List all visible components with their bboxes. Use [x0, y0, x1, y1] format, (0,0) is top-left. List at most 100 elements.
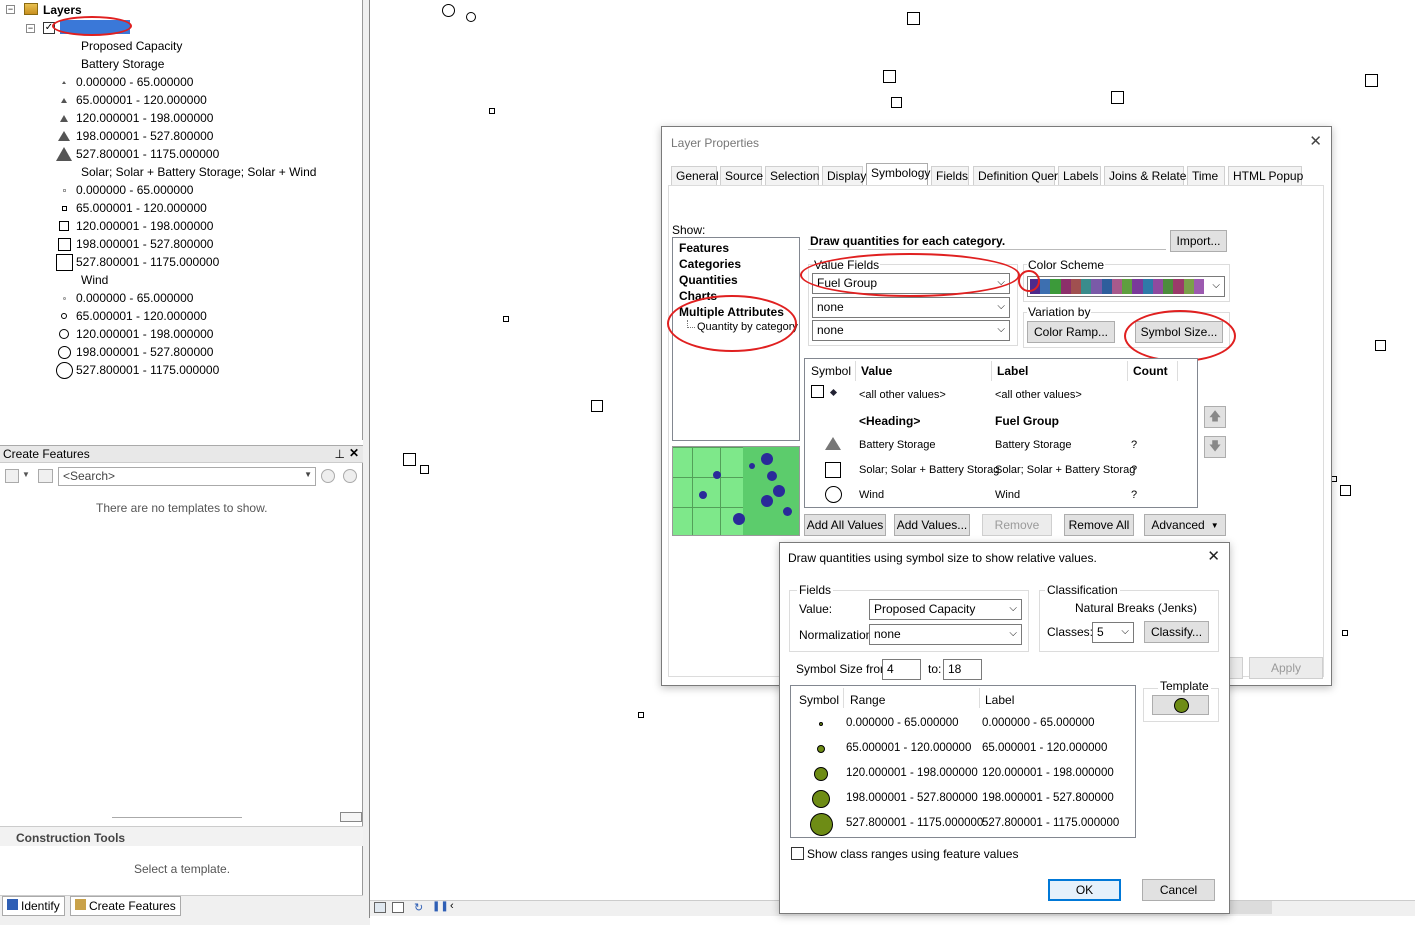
square-symbol	[54, 218, 74, 234]
scroll-left-icon[interactable]: ‹	[450, 900, 454, 912]
organize-templates-icon[interactable]	[5, 469, 19, 483]
map-feature[interactable]	[883, 70, 896, 83]
add-all-values-button[interactable]: Add All Values	[804, 514, 886, 536]
close-icon[interactable]: ✕	[1309, 132, 1322, 150]
annotation-circle	[667, 295, 797, 352]
size-to-input[interactable]: 18	[943, 659, 982, 680]
tab-html-popup[interactable]: HTML Popup	[1228, 166, 1303, 185]
tab-identify[interactable]: Identify	[2, 896, 65, 916]
tab-display[interactable]: Display	[822, 166, 866, 185]
classify-button[interactable]: Classify...	[1144, 621, 1209, 643]
search-input[interactable]: <Search> ▼	[58, 467, 316, 486]
table-row[interactable]: 527.800001 - 1175.000000 527.800001 - 117…	[791, 812, 1135, 836]
col-header-symbol[interactable]: Symbol	[811, 364, 851, 378]
tab-labels[interactable]: Labels	[1058, 166, 1101, 185]
apply-button[interactable]: Apply	[1249, 657, 1323, 679]
collapse-icon[interactable]: −	[26, 24, 35, 33]
map-feature[interactable]	[1375, 340, 1386, 351]
layout-view-icon[interactable]	[374, 902, 386, 913]
map-feature[interactable]	[591, 400, 603, 412]
map-feature[interactable]	[420, 465, 429, 474]
map-feature[interactable]	[907, 12, 920, 25]
color-ramp-button[interactable]: Color Ramp...	[1027, 321, 1115, 343]
range-label: 120.000001 - 198.000000	[76, 111, 214, 125]
ok-button[interactable]: OK	[1048, 879, 1121, 901]
close-icon[interactable]: ✕	[1207, 547, 1220, 565]
map-feature[interactable]	[1342, 630, 1348, 636]
search-icon[interactable]	[321, 469, 335, 483]
tab-general[interactable]: General	[671, 166, 719, 185]
remove-button[interactable]: Remove	[982, 514, 1052, 536]
col-header-count[interactable]: Count	[1133, 364, 1168, 378]
table-row[interactable]: Wind Wind ?	[805, 485, 1197, 507]
col-header-label[interactable]: Label	[997, 364, 1028, 378]
tab-selection[interactable]: Selection	[765, 166, 819, 185]
map-feature[interactable]	[891, 97, 902, 108]
tab-source[interactable]: Source	[720, 166, 763, 185]
table-row[interactable]: 198.000001 - 527.800000 198.000001 - 527.…	[791, 787, 1135, 811]
pin-icon[interactable]: ⊥	[335, 447, 345, 461]
cancel-button-hidden[interactable]	[1228, 657, 1243, 679]
map-feature[interactable]	[442, 4, 455, 17]
size-from-label: Symbol Size from:	[796, 662, 894, 676]
range-label: 65.000001 - 120.000000	[76, 309, 207, 323]
refresh-icon[interactable]: ↻	[414, 901, 423, 914]
table-row[interactable]: 120.000001 - 198.000000 120.000001 - 198.…	[791, 762, 1135, 786]
col-header-value[interactable]: Value	[861, 364, 892, 378]
import-button[interactable]: Import...	[1170, 230, 1227, 252]
table-row[interactable]: 0.000000 - 65.000000 0.000000 - 65.000000	[791, 712, 1135, 736]
col-header-label[interactable]: Label	[985, 693, 1014, 707]
tab-definition-query[interactable]: Definition Query	[973, 166, 1064, 185]
table-row[interactable]: <all other values> <all other values>	[805, 385, 1197, 407]
cancel-button[interactable]: Cancel	[1142, 879, 1215, 901]
color-scheme-select[interactable]: ⌵	[1027, 276, 1225, 297]
template-symbol-button[interactable]	[1152, 695, 1209, 715]
dropdown-arrow-icon[interactable]: ▼	[22, 470, 30, 479]
advanced-button[interactable]: Advanced ▼	[1144, 514, 1226, 536]
normalization-select[interactable]: none ⌵	[869, 624, 1022, 645]
map-feature[interactable]	[403, 453, 416, 466]
classes-select[interactable]: 5 ⌵	[1092, 622, 1134, 643]
table-row[interactable]: 65.000001 - 120.000000 65.000001 - 120.00…	[791, 737, 1135, 761]
table-row[interactable]: Solar; Solar + Battery Storag Solar; Sol…	[805, 460, 1197, 482]
size-from-input[interactable]: 4	[882, 659, 921, 680]
field3-select[interactable]: none ⌵	[812, 320, 1010, 341]
value-field-select[interactable]: Proposed Capacity ⌵	[869, 599, 1022, 620]
collapse-icon[interactable]: −	[6, 5, 15, 14]
show-item-categories[interactable]: Categories	[679, 257, 741, 271]
show-item-features[interactable]: Features	[679, 241, 729, 255]
map-feature[interactable]	[638, 712, 644, 718]
table-row[interactable]: Battery Storage Battery Storage ?	[805, 435, 1197, 457]
col-header-range[interactable]: Range	[850, 693, 885, 707]
remove-all-button[interactable]: Remove All	[1064, 514, 1134, 536]
clear-search-icon[interactable]	[343, 469, 357, 483]
table-row[interactable]: <Heading> Fuel Group	[805, 410, 1197, 432]
pause-icon[interactable]: ❚❚	[432, 901, 449, 912]
field2-select[interactable]: none ⌵	[812, 297, 1010, 318]
tab-create-features[interactable]: Create Features	[70, 896, 181, 916]
col-header-symbol[interactable]: Symbol	[799, 693, 839, 707]
move-down-button[interactable]: 🡇	[1204, 436, 1226, 458]
map-feature[interactable]	[466, 12, 476, 22]
splitter[interactable]	[112, 817, 242, 818]
map-feature[interactable]	[1111, 91, 1124, 104]
class-ranges-checkbox[interactable]	[791, 847, 804, 860]
template-properties-icon[interactable]	[38, 469, 53, 483]
chevron-down-icon[interactable]: ▼	[304, 470, 312, 479]
move-up-button[interactable]: 🡅	[1204, 406, 1226, 428]
map-feature[interactable]	[1340, 485, 1351, 496]
no-templates-message: There are no templates to show.	[96, 501, 268, 515]
close-icon[interactable]: ✕	[349, 446, 359, 460]
show-item-quantities[interactable]: Quantities	[679, 273, 738, 287]
tab-joins-relates[interactable]: Joins & Relates	[1104, 166, 1192, 185]
splitter-handles[interactable]	[340, 812, 362, 822]
add-values-button[interactable]: Add Values...	[894, 514, 970, 536]
data-view-icon[interactable]	[392, 902, 404, 913]
panel-divider[interactable]	[363, 0, 370, 925]
tab-symbology[interactable]: Symbology	[866, 163, 930, 186]
map-feature[interactable]	[489, 108, 495, 114]
tab-fields[interactable]: Fields	[931, 166, 969, 185]
map-feature[interactable]	[503, 316, 509, 322]
tab-time[interactable]: Time	[1187, 166, 1225, 185]
map-feature[interactable]	[1365, 74, 1378, 87]
